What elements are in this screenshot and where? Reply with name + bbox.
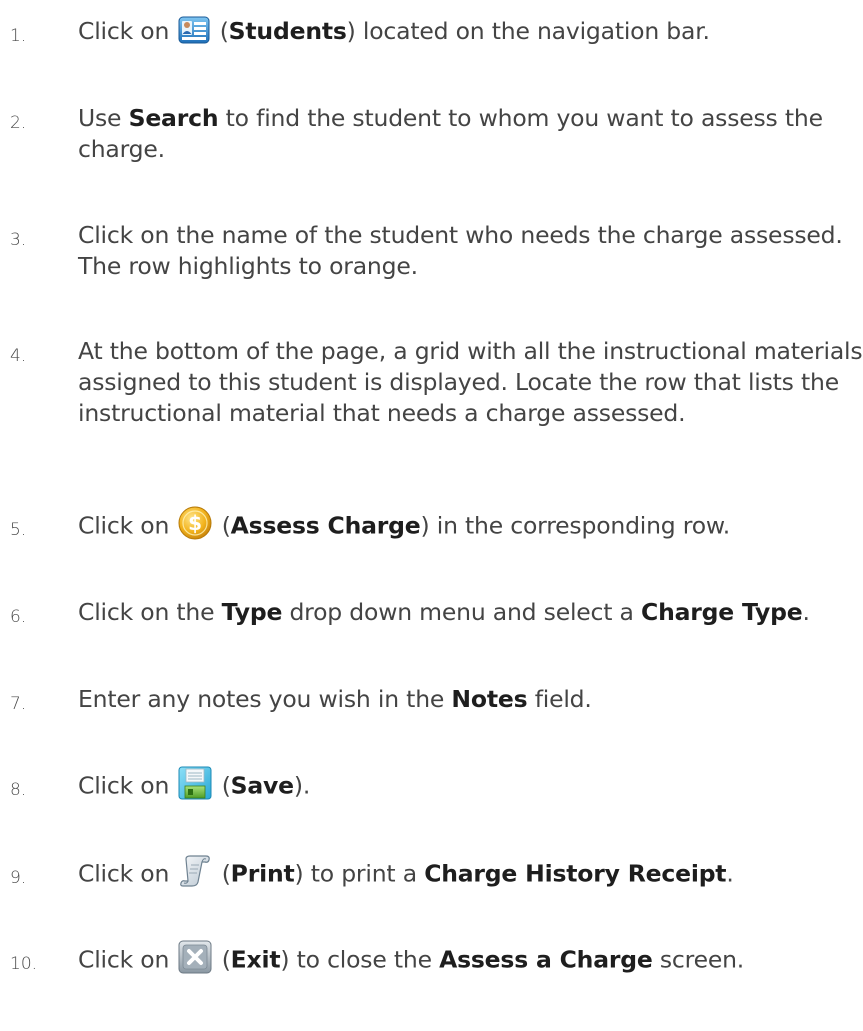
step-text: Click on (Exit) to close the Assess a Ch… — [78, 940, 863, 978]
scroll-icon — [178, 854, 212, 888]
step-number: 2. — [10, 113, 27, 133]
step-2: 2. Use Search to find the student to who… — [0, 103, 863, 165]
step-number: 4. — [10, 346, 27, 366]
step-number: 10. — [10, 954, 38, 974]
close-x-icon — [178, 940, 212, 974]
step-8: 8. Click on (Save). — [0, 766, 863, 806]
step-number: 3. — [10, 230, 27, 250]
step-text: Click on the name of the student who nee… — [78, 221, 843, 280]
step-text: Click on (Print) to print a Charge Histo… — [78, 855, 863, 892]
step-text: Click on the Type drop down menu and sel… — [78, 598, 810, 626]
step-number: 7. — [10, 694, 27, 714]
floppy-disk-icon — [178, 766, 212, 800]
step-text: Click on $ (Assess Charge) in the corres… — [78, 506, 863, 544]
instruction-steps: 1. Click on (Students) located on the na… — [0, 0, 863, 1031]
students-icon — [178, 15, 210, 45]
step-text: Use Search to find the student to whom y… — [78, 104, 823, 163]
step-number: 8. — [10, 780, 27, 800]
step-number: 1. — [10, 26, 27, 46]
step-5: 5. Click on $ (Assess Charge) in the cor… — [0, 506, 863, 546]
step-number: 6. — [10, 607, 27, 627]
step-number: 9. — [10, 868, 27, 888]
step-text: Enter any notes you wish in the Notes fi… — [78, 685, 592, 713]
dollar-coin-icon: $ — [178, 506, 212, 540]
step-6: 6. Click on the Type drop down menu and … — [0, 597, 863, 633]
step-number: 5. — [10, 520, 27, 540]
step-4: 4. At the bottom of the page, a grid wit… — [0, 336, 863, 429]
step-9: 9. Click on (Print) to print a Charge Hi… — [0, 855, 863, 894]
step-3: 3. Click on the name of the student who … — [0, 220, 863, 282]
step-1: 1. Click on (Students) located on the na… — [0, 16, 863, 52]
svg-text:$: $ — [189, 511, 203, 535]
step-7: 7. Enter any notes you wish in the Notes… — [0, 684, 863, 720]
step-text: At the bottom of the page, a grid with a… — [78, 337, 863, 427]
step-text: Click on — [78, 16, 863, 48]
step-10: 10. Click on (Exit) to close the Assess … — [0, 940, 863, 980]
step-text: Click on — [78, 766, 863, 804]
